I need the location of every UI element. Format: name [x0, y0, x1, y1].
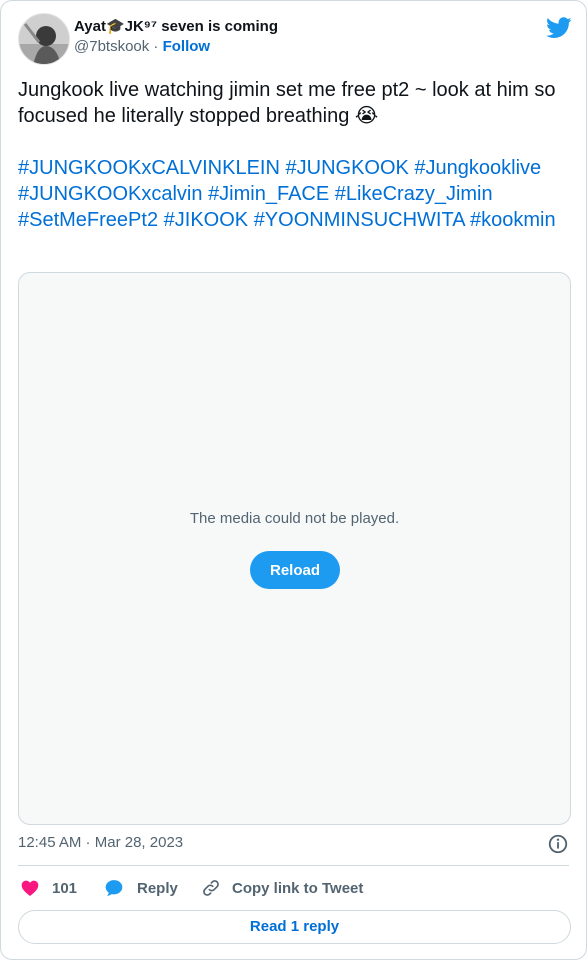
read-replies-button[interactable]: Read 1 reply [18, 910, 571, 944]
author-display-name[interactable]: Ayat🎓JK⁹⁷ seven is coming [74, 17, 278, 37]
hashtag[interactable]: #JUNGKOOKxcalvin [18, 183, 203, 205]
hashtag[interactable]: #SetMeFreePt2 [18, 209, 158, 231]
handle-row: @7btskook · Follow [74, 37, 278, 57]
avatar[interactable] [18, 13, 70, 65]
copy-link-label: Copy link to Tweet [232, 879, 364, 897]
divider [18, 865, 569, 866]
heart-icon [21, 880, 39, 896]
link-icon [203, 880, 219, 896]
hashtag[interactable]: #Jungkooklive [414, 157, 541, 179]
author-handle[interactable]: @7btskook [74, 38, 149, 55]
author-names: Ayat🎓JK⁹⁷ seven is coming @7btskook · Fo… [74, 17, 278, 57]
hashtag[interactable]: #JUNGKOOKxCALVINKLEIN [18, 157, 280, 179]
tweet-timestamp[interactable]: 12:45 AM · Mar 28, 2023 [18, 834, 183, 851]
like-button[interactable]: 101 [20, 876, 77, 900]
tweet-body: Jungkook live watching jimin set me free… [18, 77, 573, 233]
tweet-card: Ayat🎓JK⁹⁷ seven is coming @7btskook · Fo… [0, 0, 587, 960]
tweet-actions: 101 Reply Copy link to Tweet [18, 876, 571, 900]
timestamp-separator: · [81, 834, 95, 851]
reply-label: Reply [137, 879, 178, 897]
hashtag[interactable]: #kookmin [470, 209, 556, 231]
hashtag[interactable]: #YOONMINSUCHWITA [254, 209, 465, 231]
like-count: 101 [52, 879, 78, 897]
tweet-text: Jungkook live watching jimin set me free… [18, 79, 556, 127]
follow-link[interactable]: Follow [163, 38, 211, 55]
tweet-date[interactable]: Mar 28, 2023 [95, 834, 183, 851]
hashtag[interactable]: #LikeCrazy_Jimin [335, 183, 493, 205]
reply-bubble-icon [105, 880, 123, 896]
hashtag-list: #JUNGKOOKxCALVINKLEIN #JUNGKOOK #Jungkoo… [18, 155, 573, 233]
hashtag[interactable]: #JIKOOK [164, 209, 248, 231]
media-player[interactable]: The media could not be played. Reload [18, 272, 571, 825]
reply-button[interactable]: Reply [104, 876, 178, 900]
hashtag[interactable]: #Jimin_FACE [208, 183, 329, 205]
hashtag[interactable]: #JUNGKOOK [286, 157, 409, 179]
twitter-bird-icon[interactable] [546, 17, 572, 39]
tweet-header: Ayat🎓JK⁹⁷ seven is coming @7btskook · Fo… [18, 13, 572, 65]
tweet-time[interactable]: 12:45 AM [18, 834, 81, 851]
reload-button[interactable]: Reload [250, 551, 340, 589]
avatar-image [19, 14, 69, 64]
info-icon[interactable] [547, 833, 569, 855]
media-error-message: The media could not be played. [189, 510, 400, 527]
handle-separator: · [149, 38, 163, 55]
copy-link-button[interactable]: Copy link to Tweet [201, 876, 363, 900]
